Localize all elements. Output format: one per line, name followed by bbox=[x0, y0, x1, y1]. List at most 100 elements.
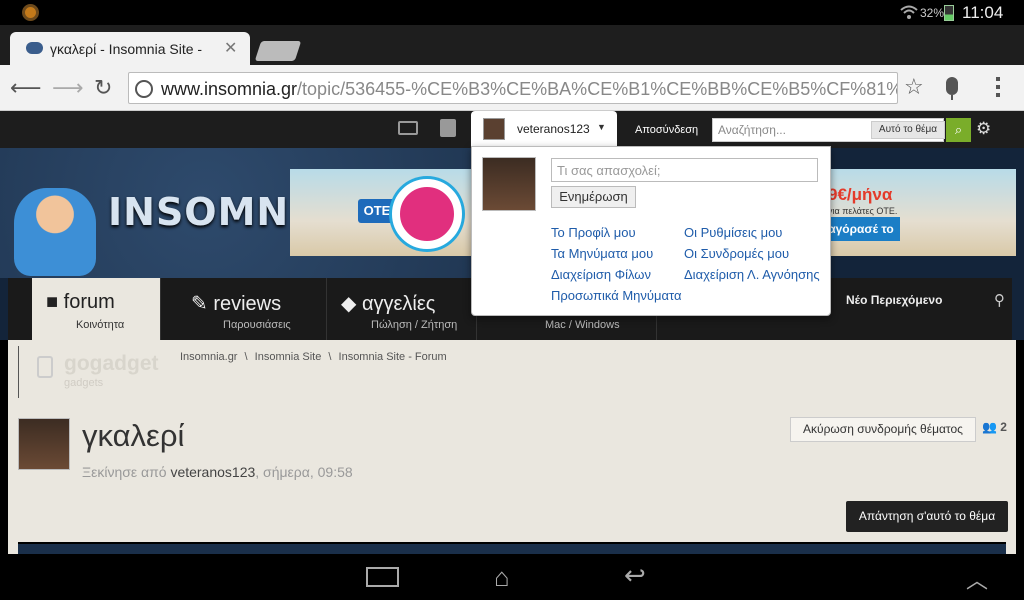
nav-classifieds-title: ◆ αγγελίες bbox=[341, 291, 435, 316]
nav-forum-label: forum bbox=[63, 291, 115, 313]
caret-down-icon: ▼ bbox=[597, 122, 606, 132]
new-content-link[interactable]: Νέο Περιεχόμενο bbox=[846, 293, 942, 307]
topic-content: gogadget gadgets Insomnia.gr \ Insomnia … bbox=[8, 340, 1016, 554]
tag-icon: ◆ bbox=[341, 293, 362, 315]
avatar bbox=[483, 118, 505, 140]
screen: 32% 11:04 γκαλερί - Insomnia Site - ✕ ⟵ … bbox=[0, 0, 1024, 600]
gogadget-sidebar-logo[interactable]: gogadget gadgets bbox=[18, 346, 159, 398]
breadcrumb-home[interactable]: Insomnia.gr bbox=[180, 351, 237, 363]
nav-software-subtitle: Mac / Windows bbox=[545, 319, 620, 331]
ad-subtext: για πελάτες ΟΤΕ. bbox=[828, 206, 898, 216]
meta-prefix: Ξεκίνησε από bbox=[82, 464, 167, 480]
system-nav-bar: ⌂ ↩ ︿ bbox=[0, 554, 1024, 600]
notification-icon bbox=[22, 4, 39, 21]
manage-ignore-list-link[interactable]: Διαχείριση Λ. Αγνόησης bbox=[684, 267, 820, 282]
my-subscriptions-link[interactable]: Οι Συνδρομές μου bbox=[684, 246, 789, 261]
mail-icon[interactable] bbox=[398, 121, 418, 135]
new-tab-button[interactable] bbox=[254, 41, 302, 61]
logout-link[interactable]: Αποσύνδεση bbox=[635, 124, 698, 136]
my-settings-link[interactable]: Οι Ρυθμίσεις μου bbox=[684, 225, 782, 240]
nav-reviews[interactable]: ✎ reviews Παρουσιάσεις bbox=[177, 278, 327, 340]
avatar[interactable] bbox=[482, 157, 536, 211]
my-profile-link[interactable]: Το Προφίλ μου bbox=[551, 225, 636, 240]
url-path: /topic/536455-%CE%B3%CE%BA%CE%B1%CE%BB%C… bbox=[297, 79, 897, 99]
url-domain: www.insomnia.gr bbox=[161, 79, 298, 99]
followers-count[interactable]: 👥 2 bbox=[982, 420, 1007, 434]
nav-forum[interactable]: ■ forum Κοινότητα bbox=[32, 278, 161, 340]
menu-icon[interactable] bbox=[996, 77, 1002, 101]
search-placeholder: Αναζήτηση... bbox=[718, 123, 786, 137]
ad-price: 9€/μήνα bbox=[828, 185, 893, 204]
clock: 11:04 bbox=[962, 3, 1004, 22]
user-menu-toggle[interactable]: veteranos123 ▼ bbox=[471, 111, 617, 148]
update-status-button[interactable]: Ενημέρωση bbox=[551, 186, 636, 208]
contacts-icon[interactable] bbox=[440, 119, 456, 137]
ad-brand: OTE bbox=[358, 199, 396, 223]
author-link[interactable]: veteranos123 bbox=[170, 464, 255, 480]
my-messages-link[interactable]: Τα Μηνύματα μου bbox=[551, 246, 653, 261]
chevron-up-icon[interactable]: ︿ bbox=[966, 563, 988, 595]
back-arrow-icon[interactable]: ⟵ bbox=[10, 75, 42, 101]
recent-apps-icon[interactable] bbox=[366, 567, 399, 587]
reload-icon[interactable]: ↻ bbox=[94, 75, 112, 101]
nav-reviews-subtitle: Παρουσιάσεις bbox=[223, 319, 291, 331]
microphone-icon[interactable] bbox=[946, 77, 958, 100]
ipod-icon bbox=[37, 356, 53, 378]
tab-title: γκαλερί - Insomnia Site - bbox=[50, 41, 203, 57]
favicon-icon bbox=[26, 42, 43, 54]
status-input[interactable]: Τι σας απασχολεί; bbox=[551, 158, 818, 182]
url-text: www.insomnia.gr/topic/536455-%CE%B3%CE%B… bbox=[161, 79, 897, 100]
nav-reviews-label: reviews bbox=[213, 293, 282, 315]
author-avatar[interactable] bbox=[18, 418, 70, 470]
breadcrumb-site[interactable]: Insomnia Site bbox=[255, 351, 322, 363]
search-input[interactable]: Αναζήτηση... Αυτό το θέμα bbox=[712, 118, 945, 142]
user-dropdown: Τι σας απασχολεί; Ενημέρωση Το Προφίλ μο… bbox=[471, 146, 831, 316]
nav-classifieds-label: αγγελίες bbox=[361, 293, 436, 315]
breadcrumb-separator: \ bbox=[328, 351, 332, 363]
globe-icon bbox=[135, 80, 153, 98]
forward-arrow-icon[interactable]: ⟶ bbox=[52, 75, 84, 101]
search-scope-button[interactable]: Αυτό το θέμα bbox=[871, 121, 945, 139]
ad-cta-button[interactable]: αγόρασέ το bbox=[822, 217, 900, 241]
edit-icon: ✎ bbox=[191, 293, 214, 315]
gogadget-subtitle: gadgets bbox=[64, 377, 104, 389]
nav-forum-title: ■ forum bbox=[46, 291, 115, 314]
nav-classifieds-subtitle: Πώληση / Ζήτηση bbox=[371, 319, 458, 331]
meta-time: , σήμερα, 09:58 bbox=[255, 464, 353, 480]
unsubscribe-button[interactable]: Ακύρωση συνδρομής θέματος bbox=[790, 417, 976, 442]
post-header-strip bbox=[18, 542, 1006, 554]
topic-meta: Ξεκίνησε από veteranos123, σήμερα, 09:58 bbox=[82, 464, 353, 480]
chat-icon: ■ bbox=[46, 291, 64, 313]
search-icon[interactable]: ⌕ bbox=[946, 118, 971, 142]
breadcrumb-separator: \ bbox=[244, 351, 248, 363]
nav-classifieds[interactable]: ◆ αγγελίες Πώληση / Ζήτηση bbox=[327, 278, 477, 340]
toolbar: ⟵ ⟶ ↻ www.insomnia.gr/topic/536455-%CE%B… bbox=[0, 65, 1024, 111]
battery-icon bbox=[944, 5, 954, 21]
battery-percent: 32% bbox=[920, 6, 945, 20]
mascot-image bbox=[14, 188, 96, 276]
reply-button[interactable]: Απάντηση σ'αυτό το θέμα bbox=[846, 501, 1008, 532]
back-icon[interactable]: ↩ bbox=[624, 560, 646, 591]
home-icon[interactable]: ⌂ bbox=[494, 562, 510, 593]
ad-tv-logo bbox=[392, 179, 462, 249]
location-pin-icon[interactable]: ⚲ bbox=[994, 291, 1005, 309]
close-tab-icon[interactable]: ✕ bbox=[224, 38, 237, 58]
browser-tab[interactable]: γκαλερί - Insomnia Site - ✕ bbox=[10, 32, 250, 65]
gear-icon[interactable]: ⚙ bbox=[976, 119, 991, 139]
users-icon: 👥 bbox=[982, 420, 1001, 434]
status-bar: 32% 11:04 bbox=[0, 0, 1024, 25]
username: veteranos123 bbox=[517, 122, 590, 136]
tab-strip: γκαλερί - Insomnia Site - ✕ bbox=[0, 25, 1024, 65]
wifi-icon bbox=[900, 5, 918, 19]
manage-friends-link[interactable]: Διαχείριση Φίλων bbox=[551, 267, 651, 282]
nav-reviews-title: ✎ reviews bbox=[191, 291, 281, 316]
gogadget-title: gogadget bbox=[64, 352, 159, 375]
topic-title: γκαλερί bbox=[82, 418, 185, 453]
breadcrumb-forum[interactable]: Insomnia Site - Forum bbox=[339, 351, 447, 363]
nav-forum-subtitle: Κοινότητα bbox=[76, 319, 125, 331]
followers-number: 2 bbox=[1000, 420, 1007, 434]
address-bar[interactable]: www.insomnia.gr/topic/536455-%CE%B3%CE%B… bbox=[128, 72, 898, 104]
private-messages-link[interactable]: Προσωπικά Μηνύματα bbox=[551, 288, 681, 303]
site-user-bar: veteranos123 ▼ Αποσύνδεση Αναζήτηση... Α… bbox=[0, 111, 1024, 148]
bookmark-star-icon[interactable]: ☆ bbox=[904, 74, 924, 100]
